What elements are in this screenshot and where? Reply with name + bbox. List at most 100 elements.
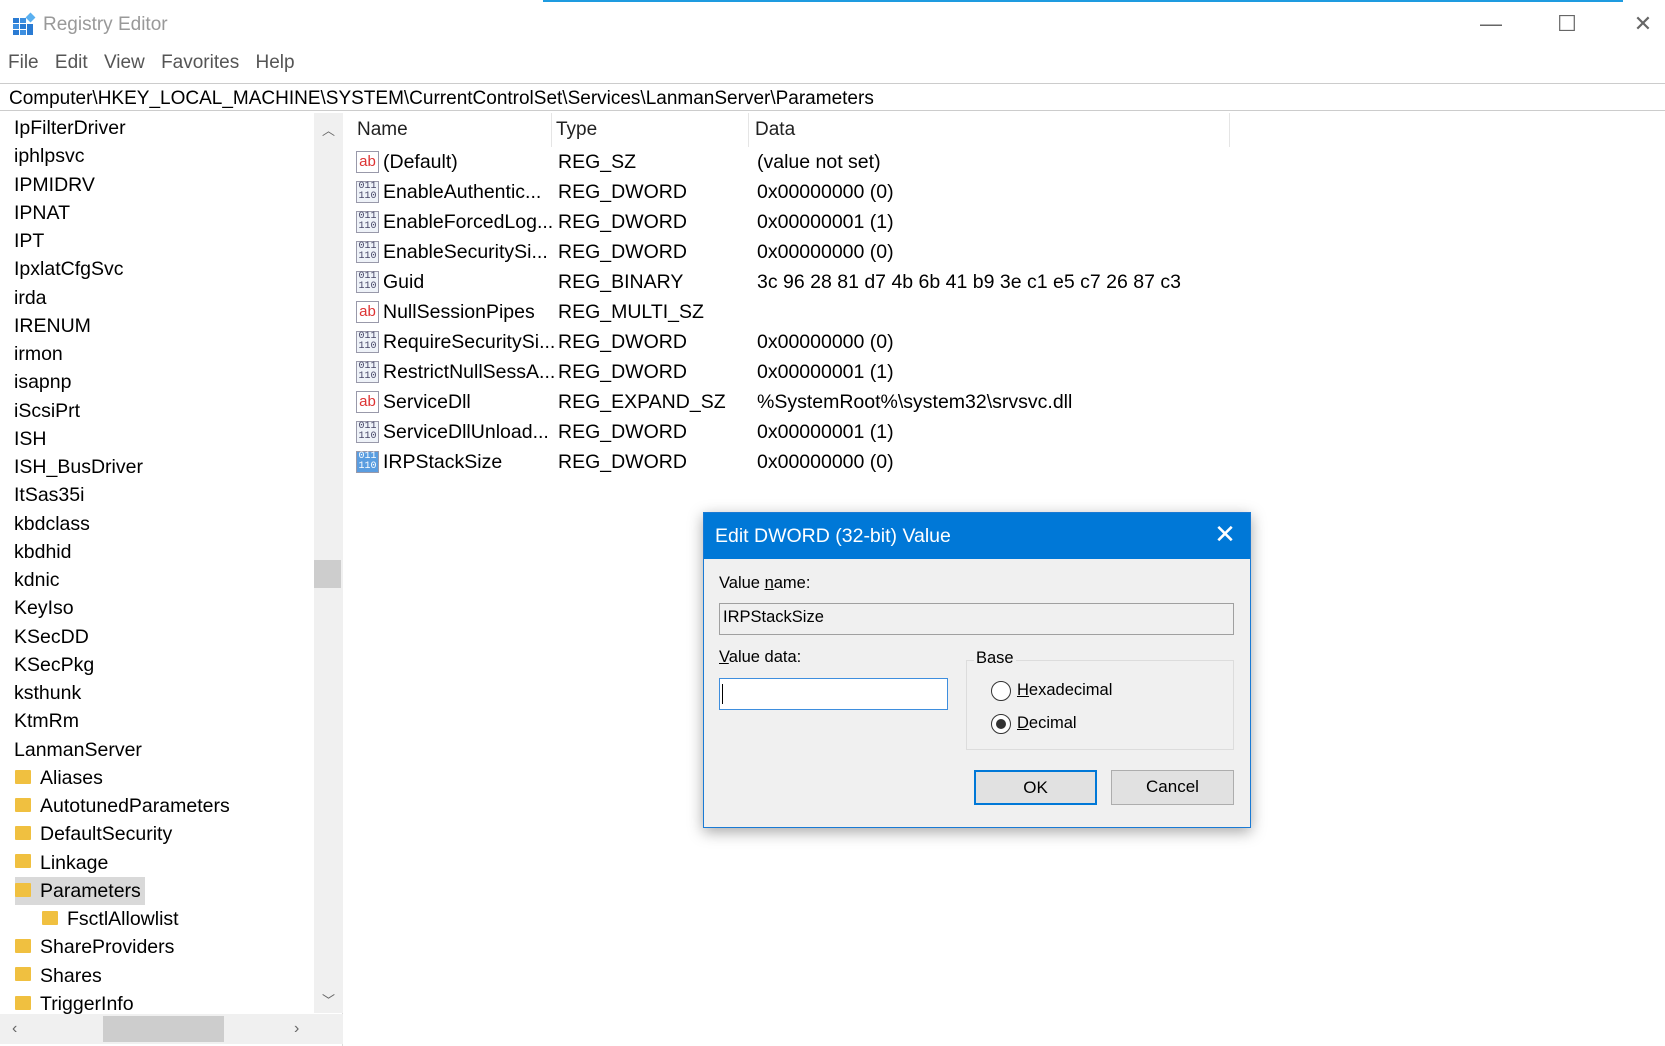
value-type: REG_DWORD [558, 451, 687, 473]
value-name: (Default) [383, 151, 458, 173]
tree-item[interactable]: AutotunedParameters [15, 792, 230, 820]
tree-item[interactable]: IPMIDRV [14, 171, 95, 199]
tree-item[interactable]: KSecPkg [14, 651, 94, 679]
string-value-icon: ab [356, 301, 379, 323]
tree-item[interactable]: FsctlAllowlist [42, 905, 179, 933]
tree-item[interactable]: IpxlatCfgSvc [14, 255, 123, 283]
hexadecimal-radio[interactable] [991, 681, 1011, 701]
scroll-left-arrow-icon[interactable]: ‹ [12, 1020, 17, 1038]
menu-edit[interactable]: Edit [55, 52, 88, 73]
tree-item[interactable]: IRENUM [14, 312, 91, 340]
tree-item[interactable]: irda [14, 284, 47, 312]
folder-icon [15, 939, 31, 954]
tree-item[interactable]: Linkage [15, 849, 108, 877]
decimal-label[interactable]: Decimal [1017, 714, 1077, 733]
value-row[interactable]: 011 110 IRPStackSize REG_DWORD 0x00000000 (… [351, 447, 1665, 477]
tree-item-label: Shares [40, 964, 102, 987]
tree-item[interactable]: IPT [14, 227, 44, 255]
tree-item[interactable]: IPNAT [14, 199, 70, 227]
tree-item[interactable]: Parameters [15, 876, 145, 905]
string-value-icon: ab [356, 391, 379, 413]
value-data-input[interactable] [719, 678, 948, 710]
value-data: 0x00000001 (1) [757, 211, 894, 233]
tree-item[interactable]: iphlpsvc [14, 142, 84, 170]
ok-button[interactable]: OK [974, 770, 1097, 805]
tree-item[interactable]: ShareProviders [15, 933, 174, 961]
value-row[interactable]: ab (Default) REG_SZ (value not set) [351, 147, 1665, 177]
menu-file[interactable]: File [8, 52, 39, 73]
scroll-right-arrow-icon[interactable]: › [294, 1020, 299, 1038]
menu-view[interactable]: View [104, 52, 145, 73]
value-row[interactable]: 011 110 EnableAuthentic... REG_DWORD 0x0000… [351, 177, 1665, 207]
tree-item[interactable]: kbdclass [14, 510, 90, 538]
hexadecimal-label[interactable]: Hexadecimal [1017, 681, 1112, 700]
tree-item[interactable]: Shares [15, 962, 102, 990]
value-name-field[interactable]: IRPStackSize [719, 603, 1234, 635]
value-row[interactable]: 011 110 RestrictNullSessA... REG_DWORD 0x00… [351, 357, 1665, 387]
tree-item[interactable]: ISH_BusDriver [14, 453, 143, 481]
value-data: 0x00000001 (1) [757, 361, 894, 383]
value-row[interactable]: 011 110 RequireSecuritySi... REG_DWORD 0x00… [351, 327, 1665, 357]
tree-item[interactable]: KtmRm [14, 707, 79, 735]
value-type: REG_DWORD [558, 241, 687, 263]
cancel-button[interactable]: Cancel [1111, 770, 1234, 805]
registry-editor-icon [13, 12, 36, 35]
menu-help[interactable]: Help [255, 52, 294, 73]
minimize-button[interactable]: — [1468, 8, 1514, 40]
tree-item[interactable]: ItSas35i [14, 481, 84, 509]
tree-item[interactable]: isapnp [14, 368, 71, 396]
tree-item[interactable]: LanmanServer [14, 736, 142, 764]
value-type: REG_DWORD [558, 361, 687, 383]
tree-scroll-thumb[interactable] [314, 560, 341, 588]
binary-value-icon: 011 110 [356, 421, 379, 443]
tree-pane: IpFilterDriver iphlpsvc IPMIDRV IPNAT IPT Ipx… [0, 113, 343, 1046]
tree-item[interactable]: kbdhid [14, 538, 71, 566]
tree-item[interactable]: irmon [14, 340, 63, 368]
value-row[interactable]: 011 110 EnableSecuritySi... REG_DWORD 0x000… [351, 237, 1665, 267]
tree-item[interactable]: ksthunk [14, 679, 81, 707]
column-header-type[interactable]: Type [556, 119, 597, 141]
value-name: EnableForcedLog... [383, 211, 554, 233]
address-bar[interactable]: Computer\HKEY_LOCAL_MACHINE\SYSTEM\Curre… [0, 83, 1665, 111]
tree-item-label: Aliases [40, 766, 103, 789]
value-row[interactable]: ab NullSessionPipes REG_MULTI_SZ [351, 297, 1665, 327]
value-row[interactable]: 011 110 Guid REG_BINARY 3c 96 28 81 d7 4b 6… [351, 267, 1665, 297]
value-type: REG_MULTI_SZ [558, 301, 704, 323]
tree-item-label: Linkage [40, 851, 109, 874]
folder-icon [15, 995, 31, 1010]
column-header-name[interactable]: Name [357, 119, 408, 141]
folder-icon [15, 797, 31, 812]
column-divider[interactable] [748, 113, 749, 147]
tree-item[interactable]: KSecDD [14, 623, 89, 651]
scroll-down-arrow-icon[interactable]: ﹀ [322, 990, 335, 1009]
value-data: (value not set) [757, 151, 881, 173]
radio-selected-dot [996, 719, 1006, 729]
base-label: Base [974, 649, 1016, 668]
folder-icon [15, 882, 31, 897]
tree-item[interactable]: DefaultSecurity [15, 820, 172, 848]
scroll-up-arrow-icon[interactable]: ︿ [322, 120, 335, 139]
folder-icon [15, 967, 31, 982]
tree-item[interactable]: KeyIso [14, 594, 74, 622]
menu-favorites[interactable]: Favorites [161, 52, 239, 73]
column-divider[interactable] [1229, 113, 1230, 147]
close-button[interactable]: ✕ [1620, 8, 1665, 40]
tree-item[interactable]: iScsiPrt [14, 397, 80, 425]
tree-item[interactable]: IpFilterDriver [14, 114, 126, 142]
maximize-button[interactable]: ☐ [1544, 8, 1590, 40]
value-type: REG_DWORD [558, 181, 687, 203]
value-type: REG_EXPAND_SZ [558, 391, 726, 413]
decimal-radio[interactable] [991, 714, 1011, 734]
value-row[interactable]: 011 110 ServiceDllUnload... REG_DWORD 0x000… [351, 417, 1665, 447]
tree-item[interactable]: kdnic [14, 566, 60, 594]
tree-item[interactable]: ISH [14, 425, 47, 453]
value-name: RequireSecuritySi... [383, 331, 556, 353]
dialog-close-icon[interactable]: ✕ [1210, 519, 1240, 551]
tree-hscroll-thumb[interactable] [103, 1016, 224, 1042]
value-row[interactable]: 011 110 EnableForcedLog... REG_DWORD 0x0000… [351, 207, 1665, 237]
dialog-title: Edit DWORD (32-bit) Value [704, 513, 1250, 559]
tree-item[interactable]: Aliases [15, 764, 103, 792]
column-header-data[interactable]: Data [755, 119, 795, 141]
value-row[interactable]: ab ServiceDll REG_EXPAND_SZ %SystemRoot%\sy… [351, 387, 1665, 417]
column-divider[interactable] [551, 113, 552, 147]
